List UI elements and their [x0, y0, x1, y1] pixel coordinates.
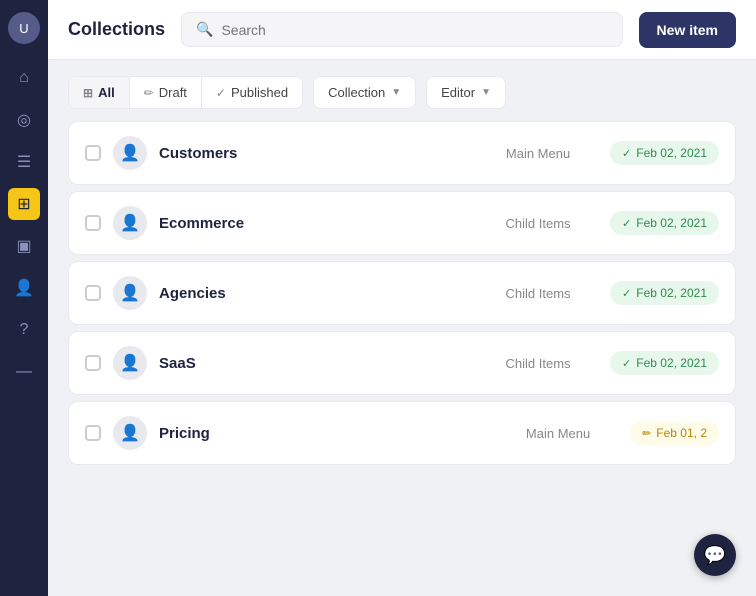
collection-dropdown[interactable]: Collection ▼: [313, 76, 416, 109]
filter-bar: ⊞ All ✏ Draft ✓ Published Collection ▼ E…: [48, 60, 756, 121]
check-icon: ✓: [622, 287, 631, 300]
help-icon[interactable]: ?: [8, 314, 40, 346]
sidebar: U ⌂ ◎ ☰ ⊞ ▣ 👤 ? —: [0, 0, 48, 596]
collections-list: 👤 Customers Main Menu ✓ Feb 02, 2021 👤 E…: [48, 121, 756, 596]
document-icon[interactable]: ☰: [8, 146, 40, 178]
status-filter-group: ⊞ All ✏ Draft ✓ Published: [68, 76, 303, 109]
avatar-initial: U: [19, 21, 28, 36]
row-avatar-ecommerce: 👤: [113, 206, 147, 240]
row-date-value: Feb 02, 2021: [636, 216, 707, 230]
filter-all-label: All: [98, 85, 115, 100]
home-icon[interactable]: ⌂: [8, 62, 40, 94]
row-name-pricing: Pricing: [159, 425, 486, 442]
row-checkbox-agencies[interactable]: [85, 285, 101, 301]
row-tag-customers: Main Menu: [478, 146, 598, 161]
row-name-agencies: Agencies: [159, 285, 466, 302]
search-box[interactable]: 🔍: [181, 12, 623, 47]
filter-all-button[interactable]: ⊞ All: [69, 77, 130, 108]
collection-dropdown-label: Collection: [328, 85, 385, 100]
row-name-saas: SaaS: [159, 355, 466, 372]
row-avatar-agencies: 👤: [113, 276, 147, 310]
row-tag-saas: Child Items: [478, 356, 598, 371]
users-icon[interactable]: 👤: [8, 272, 40, 304]
main-content: Collections 🔍 New item ⊞ All ✏ Draft ✓ P…: [48, 0, 756, 596]
collection-dropdown-arrow: ▼: [391, 87, 401, 98]
bookmark-icon[interactable]: ◎: [8, 104, 40, 136]
editor-dropdown-label: Editor: [441, 85, 475, 100]
row-checkbox-pricing[interactable]: [85, 425, 101, 441]
search-input[interactable]: [221, 22, 607, 38]
row-checkbox-ecommerce[interactable]: [85, 215, 101, 231]
row-tag-ecommerce: Child Items: [478, 216, 598, 231]
header: Collections 🔍 New item: [48, 0, 756, 60]
draft-filter-icon: ✏: [144, 86, 154, 100]
editor-dropdown-arrow: ▼: [481, 87, 491, 98]
table-row[interactable]: 👤 Pricing Main Menu ✏ Feb 01, 2: [68, 401, 736, 465]
row-date-agencies: ✓ Feb 02, 2021: [610, 281, 719, 305]
edit-icon: ✏: [642, 427, 651, 440]
row-date-value: Feb 01, 2: [656, 426, 707, 440]
row-name-ecommerce: Ecommerce: [159, 215, 466, 232]
check-icon: ✓: [622, 147, 631, 160]
table-row[interactable]: 👤 SaaS Child Items ✓ Feb 02, 2021: [68, 331, 736, 395]
row-avatar-customers: 👤: [113, 136, 147, 170]
filter-draft-label: Draft: [159, 85, 187, 100]
minus-icon[interactable]: —: [8, 356, 40, 388]
table-row[interactable]: 👤 Agencies Child Items ✓ Feb 02, 2021: [68, 261, 736, 325]
row-checkbox-saas[interactable]: [85, 355, 101, 371]
row-tag-pricing: Main Menu: [498, 426, 618, 441]
published-filter-icon: ✓: [216, 86, 226, 100]
row-date-pricing: ✏ Feb 01, 2: [630, 421, 719, 445]
row-date-saas: ✓ Feb 02, 2021: [610, 351, 719, 375]
chat-button[interactable]: 💬: [694, 534, 736, 576]
row-date-value: Feb 02, 2021: [636, 356, 707, 370]
all-filter-icon: ⊞: [83, 86, 93, 100]
table-row[interactable]: 👤 Ecommerce Child Items ✓ Feb 02, 2021: [68, 191, 736, 255]
image-icon[interactable]: ▣: [8, 230, 40, 262]
editor-dropdown[interactable]: Editor ▼: [426, 76, 506, 109]
avatar: U: [8, 12, 40, 44]
grid-icon[interactable]: ⊞: [8, 188, 40, 220]
row-date-customers: ✓ Feb 02, 2021: [610, 141, 719, 165]
row-checkbox-customers[interactable]: [85, 145, 101, 161]
row-avatar-saas: 👤: [113, 346, 147, 380]
row-date-value: Feb 02, 2021: [636, 146, 707, 160]
row-tag-agencies: Child Items: [478, 286, 598, 301]
search-icon: 🔍: [196, 21, 213, 38]
row-date-value: Feb 02, 2021: [636, 286, 707, 300]
page-title: Collections: [68, 19, 165, 40]
check-icon: ✓: [622, 217, 631, 230]
row-name-customers: Customers: [159, 145, 466, 162]
new-item-button[interactable]: New item: [639, 12, 736, 48]
row-date-ecommerce: ✓ Feb 02, 2021: [610, 211, 719, 235]
row-avatar-pricing: 👤: [113, 416, 147, 450]
filter-published-button[interactable]: ✓ Published: [202, 77, 302, 108]
check-icon: ✓: [622, 357, 631, 370]
filter-draft-button[interactable]: ✏ Draft: [130, 77, 202, 108]
filter-published-label: Published: [231, 85, 288, 100]
table-row[interactable]: 👤 Customers Main Menu ✓ Feb 02, 2021: [68, 121, 736, 185]
